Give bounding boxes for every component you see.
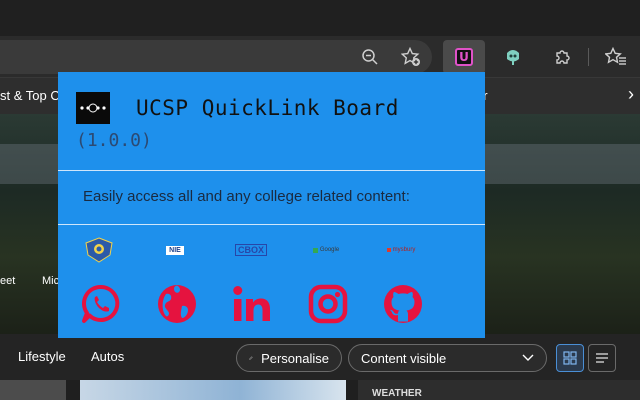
ucsp-extension-button[interactable]: U xyxy=(443,40,485,74)
google-mark-icon xyxy=(312,247,318,253)
personalise-label: Personalise xyxy=(261,350,329,366)
link-google-classroom[interactable]: Google xyxy=(308,236,344,264)
google-logo-text: Google xyxy=(319,247,340,253)
feed-tab-autos[interactable]: Autos xyxy=(91,349,124,364)
chevron-down-icon xyxy=(522,354,534,361)
weather-card[interactable]: WEATHER xyxy=(358,380,640,400)
feed-card[interactable] xyxy=(0,380,66,400)
mysbury-logo-text: mysbury xyxy=(392,247,416,253)
feed-card[interactable] xyxy=(80,380,346,400)
copilot-icon[interactable] xyxy=(499,45,527,69)
popup-version: (1.0.0) xyxy=(76,130,152,151)
nav-item-top-stories[interactable]: st & Top C xyxy=(0,88,60,103)
list-icon xyxy=(596,353,608,363)
instagram-icon[interactable] xyxy=(308,284,348,324)
ucsp-quicklink-popup: UCSP QuickLink Board (1.0.0) Easily acce… xyxy=(58,72,485,338)
feed-tab-lifestyle[interactable]: Lifestyle xyxy=(18,349,66,364)
github-icon[interactable] xyxy=(383,284,423,324)
social-links-row xyxy=(58,284,485,328)
popup-description: Easily access all and any college relate… xyxy=(83,188,410,205)
personalise-button[interactable]: Personalise xyxy=(236,344,342,372)
content-visibility-select[interactable]: Content visible xyxy=(348,344,547,372)
chevron-right-icon[interactable]: › xyxy=(628,84,634,105)
quick-link-label-2[interactable]: Mic xyxy=(42,275,59,287)
extensions-icon[interactable] xyxy=(548,45,576,69)
cbox-logo-text: CBOX xyxy=(234,244,267,256)
link-mysbury[interactable]: mysbury xyxy=(383,236,419,264)
content-visibility-value: Content visible xyxy=(361,350,447,366)
divider xyxy=(58,224,485,225)
college-links-row: NIE CBOX Google mysbury xyxy=(58,236,485,264)
link-college-emblem[interactable] xyxy=(82,236,116,264)
linkedin-icon[interactable] xyxy=(232,284,272,324)
tab-strip xyxy=(0,0,640,36)
mysbury-mark-icon xyxy=(386,248,391,252)
weather-card-title: WEATHER xyxy=(372,388,422,399)
add-favorite-icon[interactable] xyxy=(397,45,425,69)
ucsp-extension-icon: U xyxy=(455,48,473,66)
grid-icon xyxy=(563,351,577,365)
zoom-out-icon[interactable] xyxy=(356,45,384,69)
popup-title: UCSP QuickLink Board xyxy=(136,96,399,120)
link-nie-portal[interactable]: NIE xyxy=(158,236,192,264)
ucsp-logo xyxy=(76,92,110,124)
link-cbox[interactable]: CBOX xyxy=(233,236,269,264)
nie-logo-text: NIE xyxy=(166,245,184,255)
grid-view-button[interactable] xyxy=(556,344,584,372)
pencil-icon xyxy=(249,356,253,360)
toolbar-separator xyxy=(588,48,589,66)
whatsapp-icon[interactable] xyxy=(81,284,121,324)
favorites-icon[interactable] xyxy=(602,45,630,69)
list-view-button[interactable] xyxy=(588,344,616,372)
quick-link-label-1[interactable]: eet xyxy=(0,275,15,287)
divider xyxy=(58,170,485,171)
globe-icon[interactable] xyxy=(157,284,197,324)
